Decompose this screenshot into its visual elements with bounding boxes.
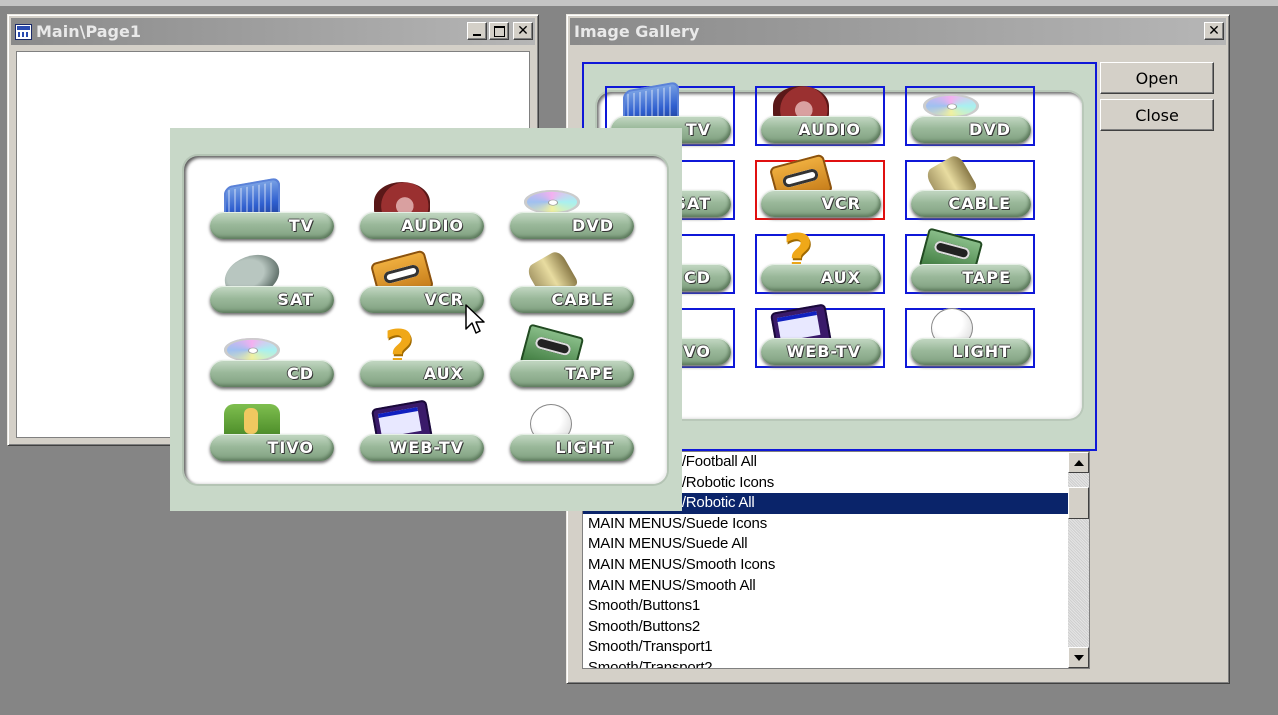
close-window-button[interactable]: ✕ xyxy=(513,22,533,40)
minimize-icon xyxy=(473,34,481,36)
scroll-up-button[interactable] xyxy=(1068,452,1089,473)
maximize-icon xyxy=(493,25,505,37)
tile-label: CABLE xyxy=(510,286,634,313)
popup-tile-cable[interactable]: CABLE xyxy=(506,248,636,316)
tile-label: WEB-TV xyxy=(761,338,881,365)
tile-label: TAPE xyxy=(911,264,1031,291)
tile-label: AUDIO xyxy=(360,212,484,239)
close-icon: ✕ xyxy=(1208,23,1220,39)
tile-label: LIGHT xyxy=(510,434,634,461)
preview-tile-aux[interactable]: AUX xyxy=(755,224,885,294)
disc-icon xyxy=(224,338,280,362)
arrow-down-icon xyxy=(1073,654,1084,661)
list-item[interactable]: Smooth/Buttons1 xyxy=(583,596,1089,617)
preview-tile-audio[interactable]: AUDIO xyxy=(755,86,885,146)
desktop-top-strip xyxy=(0,0,1278,6)
gallery-title: Image Gallery xyxy=(574,22,700,41)
preview-tile-dvd[interactable]: DVD xyxy=(905,86,1035,146)
popup-tile-tivo[interactable]: TIVO xyxy=(206,404,336,464)
tile-label: CD xyxy=(210,360,334,387)
scroll-thumb[interactable] xyxy=(1068,487,1089,519)
list-item[interactable]: MAIN MENUS/Suede All xyxy=(583,534,1089,555)
scroll-down-button[interactable] xyxy=(1068,647,1089,668)
list-item[interactable]: Smooth/Transport1 xyxy=(583,637,1089,658)
popup-tile-audio[interactable]: AUDIO xyxy=(356,182,486,242)
preview-tile-web-tv[interactable]: WEB-TV xyxy=(755,303,885,368)
maximize-button[interactable] xyxy=(489,22,509,40)
popup-tile-tape[interactable]: TAPE xyxy=(506,323,636,390)
tile-label: DVD xyxy=(911,116,1031,143)
preview-tile-cable[interactable]: CABLE xyxy=(905,152,1035,220)
tile-label: TAPE xyxy=(510,360,634,387)
list-item[interactable]: MAIN MENUS/Smooth All xyxy=(583,576,1089,597)
tile-label: TV xyxy=(210,212,334,239)
main-window-titlebar[interactable]: Main\Page1 ✕ xyxy=(11,18,535,45)
popup-tile-tv[interactable]: TV xyxy=(206,177,336,242)
disc-icon xyxy=(923,94,979,118)
popup-tile-dvd[interactable]: DVD xyxy=(506,182,636,242)
tile-label: WEB-TV xyxy=(360,434,484,461)
button-image-popup: TVAUDIODVDSATVCRCABLECDAUXTAPETIVOWEB-TV… xyxy=(170,128,682,511)
tile-label: VCR xyxy=(761,190,881,217)
preview-tile-tape[interactable]: TAPE xyxy=(905,227,1035,294)
tile-label: DVD xyxy=(510,212,634,239)
tile-label: TIVO xyxy=(210,434,334,461)
close-button[interactable]: Close xyxy=(1100,99,1214,131)
tile-label: SAT xyxy=(210,286,334,313)
disc-icon xyxy=(524,190,580,214)
mouse-cursor-icon xyxy=(465,304,485,334)
minimize-button[interactable] xyxy=(467,22,487,40)
tile-label: AUX xyxy=(360,360,484,387)
list-item[interactable]: Smooth/Transport2 xyxy=(583,658,1089,668)
list-item[interactable]: MAIN MENUS/Suede Icons xyxy=(583,514,1089,535)
popup-tile-light[interactable]: LIGHT xyxy=(506,404,636,464)
tile-label: AUX xyxy=(761,264,881,291)
vertical-scrollbar[interactable] xyxy=(1068,452,1089,668)
gallery-close-window-button[interactable]: ✕ xyxy=(1204,22,1224,40)
preview-tile-light[interactable]: LIGHT xyxy=(905,308,1035,368)
tile-label: AUDIO xyxy=(761,116,881,143)
popup-tile-sat[interactable]: SAT xyxy=(206,247,336,316)
preview-tile-vcr[interactable]: VCR xyxy=(755,153,885,220)
tile-label: CABLE xyxy=(911,190,1031,217)
list-item[interactable]: MAIN MENUS/Smooth Icons xyxy=(583,555,1089,576)
popup-tile-cd[interactable]: CD xyxy=(206,330,336,390)
popup-tile-aux[interactable]: AUX xyxy=(356,320,486,390)
app-icon xyxy=(15,23,32,40)
gallery-titlebar[interactable]: Image Gallery ✕ xyxy=(570,18,1226,45)
tile-label: LIGHT xyxy=(911,338,1031,365)
list-item[interactable]: Smooth/Buttons2 xyxy=(583,617,1089,638)
popup-tile-web-tv[interactable]: WEB-TV xyxy=(356,399,486,464)
main-window-title: Main\Page1 xyxy=(36,22,141,41)
open-button[interactable]: Open xyxy=(1100,62,1214,94)
popup-tile-panel: TVAUDIODVDSATVCRCABLECDAUXTAPETIVOWEB-TV… xyxy=(184,156,667,484)
close-icon: ✕ xyxy=(517,23,529,39)
arrow-up-icon xyxy=(1073,459,1084,466)
